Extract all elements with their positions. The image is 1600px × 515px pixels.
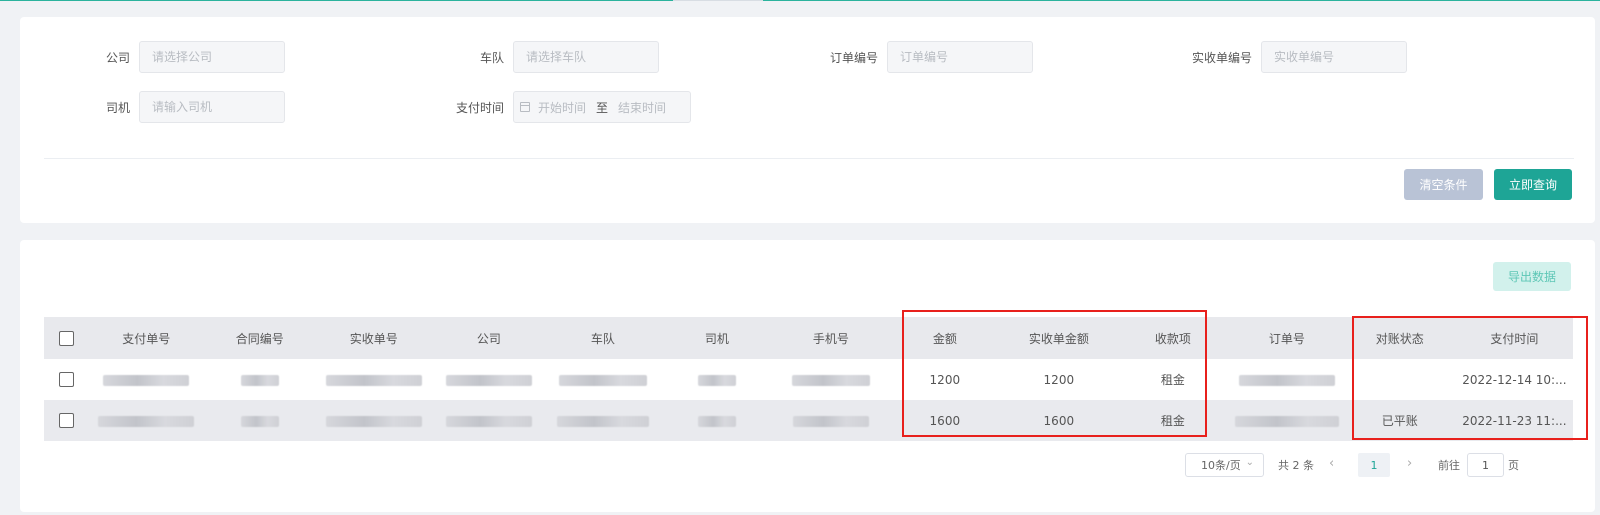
column-header: 车队 — [590, 331, 615, 346]
redacted-value — [445, 415, 532, 427]
redacted-value — [325, 415, 422, 427]
row-checkbox[interactable] — [58, 413, 74, 428]
redacted-value — [98, 415, 195, 427]
pay-time-cell: 2022-12-14 10:... — [1462, 372, 1567, 387]
column-header: 金额 — [932, 331, 957, 346]
prev-page-icon[interactable]: ‹ — [1329, 456, 1334, 471]
page-number-current[interactable]: 1 — [1358, 453, 1390, 477]
column-header: 支付时间 — [1490, 331, 1539, 346]
redacted-value — [445, 374, 532, 386]
driver-label: 司机 — [105, 100, 130, 115]
redacted-value — [556, 415, 649, 427]
divider — [44, 158, 1574, 159]
redacted-value — [697, 374, 736, 386]
redacted-value — [558, 374, 647, 386]
redacted-value — [791, 374, 870, 386]
column-header: 收款项 — [1154, 331, 1191, 346]
filter-panel: 公司 车队 订单编号 实收单编号 司机 支付时间 开始时间 至 结束时间 清空条… — [20, 17, 1595, 223]
start-time-placeholder[interactable]: 开始时间 — [538, 99, 586, 116]
pay-time-range-picker[interactable]: 开始时间 至 结束时间 — [513, 91, 691, 123]
order-no-input[interactable] — [887, 41, 1033, 73]
row-checkbox[interactable] — [58, 372, 74, 387]
item-cell: 租金 — [1160, 414, 1185, 428]
pay-time-field: 支付时间 开始时间 至 结束时间 — [454, 91, 691, 123]
column-header: 合同编号 — [235, 331, 284, 346]
column-header: 对账状态 — [1375, 331, 1424, 346]
column-header: 司机 — [704, 331, 729, 346]
company-label: 公司 — [105, 50, 130, 65]
receipt-no-field: 实收单编号 — [1190, 41, 1407, 73]
amount-cell: 1600 — [929, 413, 961, 428]
company-field: 公司 — [80, 41, 285, 73]
column-header: 订单号 — [1268, 331, 1305, 346]
amount-cell: 1200 — [929, 372, 961, 387]
driver-field: 司机 — [80, 91, 285, 123]
redacted-value — [697, 415, 736, 427]
redacted-value — [325, 374, 422, 386]
clear-conditions-button[interactable]: 清空条件 — [1404, 169, 1483, 200]
redacted-value — [792, 415, 869, 427]
receipt-amount-cell: 1600 — [1043, 413, 1075, 428]
page-suffix: 页 — [1508, 459, 1519, 472]
redacted-value — [1238, 374, 1335, 386]
column-header: 实收单号 — [349, 331, 398, 346]
goto-label: 前往 — [1438, 459, 1460, 472]
next-page-icon[interactable]: › — [1407, 456, 1412, 471]
driver-input[interactable] — [139, 91, 285, 123]
receipt-no-input[interactable] — [1261, 41, 1407, 73]
top-accent-line — [0, 0, 1600, 1]
goto-page-input[interactable] — [1467, 453, 1504, 477]
fleet-field: 车队 — [454, 41, 659, 73]
results-panel: 导出数据 支付单号 合同编号 实收单号 公司 车队 司机 手机号 金额 实收单金… — [20, 240, 1595, 512]
status-cell: 已平账 — [1381, 414, 1418, 428]
column-header: 支付单号 — [122, 331, 171, 346]
total-count: 共 2 条 — [1278, 459, 1314, 472]
receipt-no-label: 实收单编号 — [1191, 50, 1252, 65]
redacted-value — [1234, 415, 1339, 427]
item-cell: 租金 — [1160, 373, 1185, 387]
pay-time-cell: 2022-11-23 11:... — [1462, 413, 1567, 428]
column-header: 公司 — [476, 331, 501, 346]
table-row[interactable]: 1200 1200 租金 2022-12-14 10:... — [44, 359, 1573, 400]
table-header: 支付单号 合同编号 实收单号 公司 车队 司机 手机号 金额 实收单金额 收款项… — [44, 317, 1573, 359]
range-separator: 至 — [596, 100, 609, 115]
fleet-label: 车队 — [479, 50, 504, 65]
query-button[interactable]: 立即查询 — [1494, 169, 1572, 200]
company-select[interactable] — [139, 41, 285, 73]
select-all-checkbox[interactable] — [58, 330, 74, 346]
status-cell — [1344, 359, 1456, 400]
select-all-cell[interactable] — [44, 317, 89, 359]
calendar-icon — [520, 102, 530, 112]
column-header: 实收单金额 — [1028, 331, 1089, 346]
order-no-field: 订单编号 — [828, 41, 1033, 73]
page-size-select[interactable]: 10条/页 ⌄ — [1185, 453, 1264, 477]
page-size-value: 10条/页 — [1201, 459, 1241, 472]
chevron-down-icon: ⌄ — [1245, 457, 1254, 468]
export-data-button[interactable]: 导出数据 — [1493, 262, 1571, 291]
order-no-label: 订单编号 — [829, 50, 878, 65]
fleet-select[interactable] — [513, 41, 659, 73]
payments-table: 支付单号 合同编号 实收单号 公司 车队 司机 手机号 金额 实收单金额 收款项… — [44, 317, 1573, 441]
table-row[interactable]: 1600 1600 租金 已平账 2022-11-23 11:... — [44, 400, 1573, 441]
end-time-placeholder[interactable]: 结束时间 — [618, 99, 666, 116]
redacted-value — [240, 415, 279, 427]
redacted-value — [103, 374, 190, 386]
column-header: 手机号 — [812, 331, 849, 346]
pay-time-label: 支付时间 — [455, 100, 504, 115]
pagination: 10条/页 ⌄ 共 2 条 ‹ 1 › 前往 页 — [20, 453, 1595, 477]
redacted-value — [240, 374, 279, 386]
receipt-amount-cell: 1200 — [1043, 372, 1075, 387]
